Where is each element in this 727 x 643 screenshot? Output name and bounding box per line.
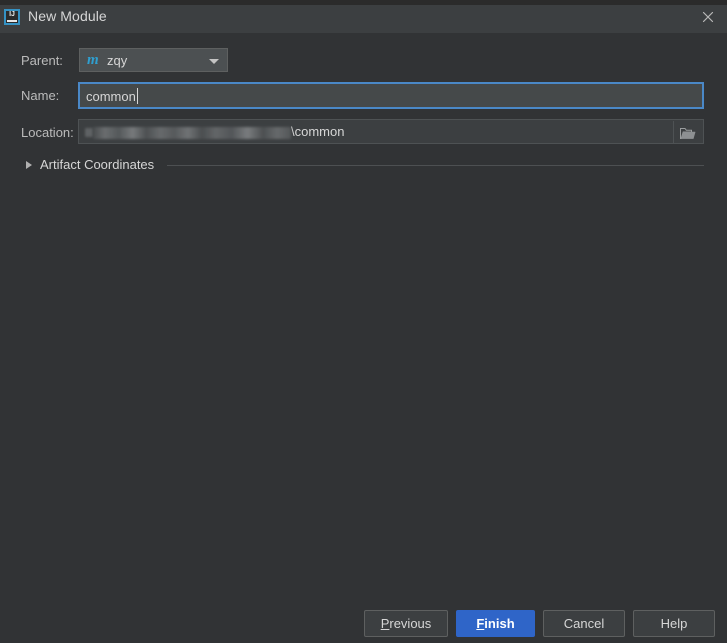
triangle-right-icon[interactable] xyxy=(26,161,32,169)
maven-module-icon: m xyxy=(87,52,99,68)
title-bar-top-strip xyxy=(0,0,727,5)
dialog-title: New Module xyxy=(28,8,107,24)
intellij-idea-icon: IJ xyxy=(4,9,20,25)
help-button[interactable]: Help xyxy=(633,610,715,637)
location-input-value: \common xyxy=(85,124,344,139)
parent-module-dropdown[interactable]: m zqy xyxy=(79,48,228,72)
location-label: Location: xyxy=(21,125,74,140)
module-name-input[interactable]: common xyxy=(78,82,704,109)
previous-button[interactable]: Previous xyxy=(364,610,448,637)
module-location-input[interactable]: \common xyxy=(78,119,704,144)
artifact-coordinates-section[interactable]: Artifact Coordinates xyxy=(21,156,704,174)
finish-button-label: inish xyxy=(484,616,515,631)
app-icon-label: IJ xyxy=(9,11,15,18)
text-caret xyxy=(136,88,138,104)
cancel-button[interactable]: Cancel xyxy=(543,610,625,637)
app-icon-underline xyxy=(7,20,17,22)
chevron-down-icon[interactable] xyxy=(209,59,219,64)
location-path-tail: \common xyxy=(291,124,345,139)
artifact-coordinates-label[interactable]: Artifact Coordinates xyxy=(40,157,154,172)
finish-button[interactable]: Finish xyxy=(456,610,535,637)
dialog-title-bar: IJ New Module xyxy=(0,0,727,33)
section-divider xyxy=(167,165,704,166)
name-label: Name: xyxy=(21,88,60,103)
close-icon[interactable] xyxy=(697,6,719,28)
parent-label: Parent: xyxy=(21,53,63,68)
folder-open-icon[interactable] xyxy=(673,121,702,144)
name-input-value: common xyxy=(86,88,138,104)
name-input-text: common xyxy=(86,89,136,104)
redacted-path-segment xyxy=(93,126,291,139)
redacted-path-lead xyxy=(85,128,93,138)
parent-selected-value: zqy xyxy=(107,53,128,68)
dialog-button-bar: Previous Finish Cancel Help xyxy=(0,610,727,643)
previous-button-label: revious xyxy=(389,616,432,631)
